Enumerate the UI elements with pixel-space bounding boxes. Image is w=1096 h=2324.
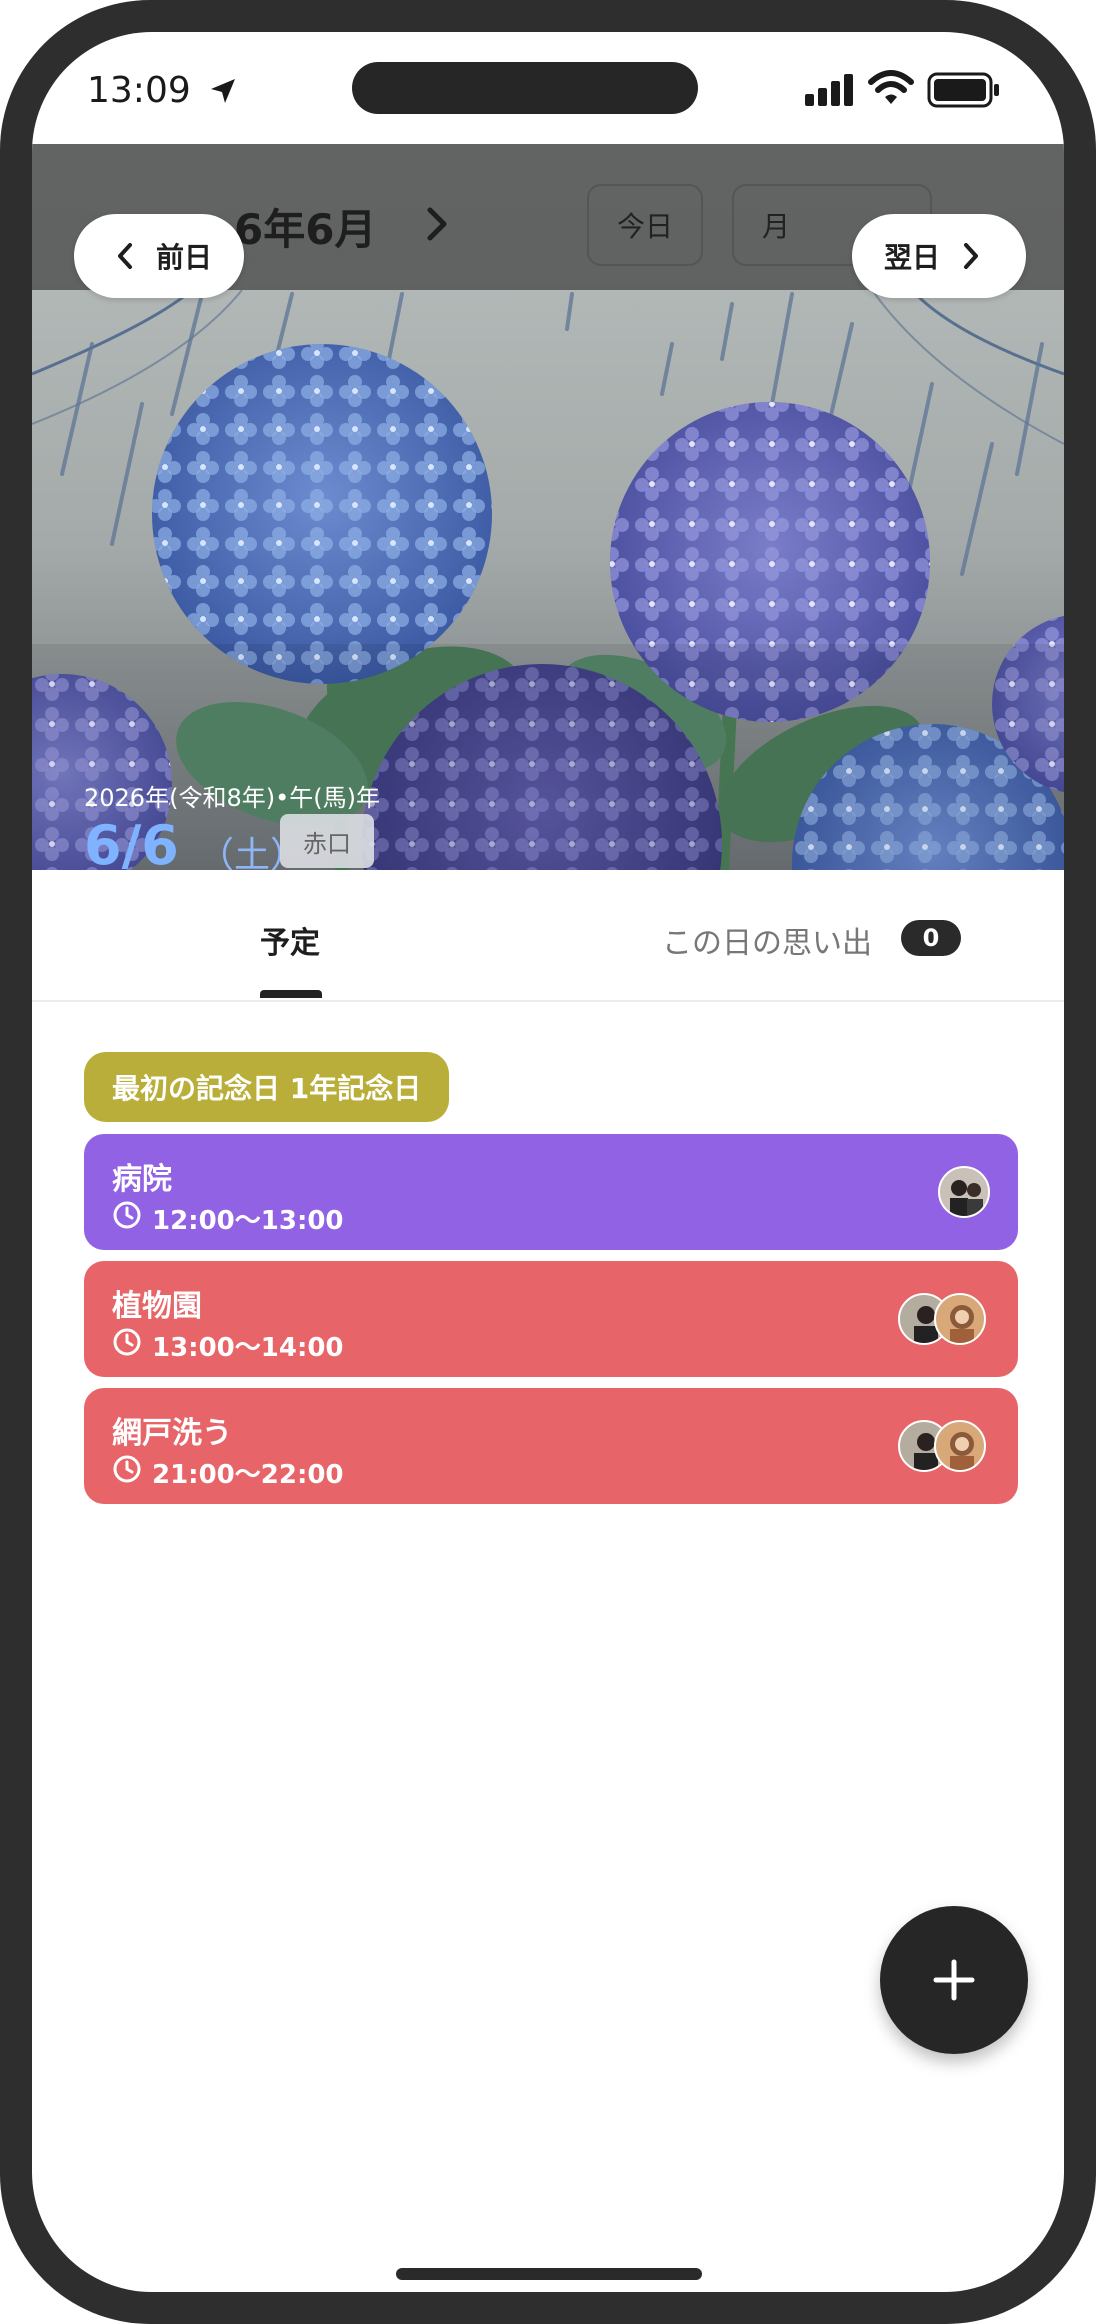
chevron-left-icon — [118, 243, 132, 269]
battery-icon — [927, 72, 999, 108]
event-time: 12:00〜13:00 — [152, 1206, 344, 1236]
clock-icon — [113, 1328, 141, 1356]
event-title: 植物園 — [112, 1289, 202, 1324]
tab-memories[interactable]: この日の思い出 — [662, 918, 872, 962]
event-time: 21:00〜22:00 — [152, 1460, 344, 1490]
previous-day-label: 前日 — [156, 241, 213, 274]
event-card[interactable]: 植物園 13:00〜14:00 — [84, 1261, 1018, 1377]
add-event-button[interactable] — [880, 1906, 1028, 2054]
avatar — [938, 1166, 990, 1218]
tab-schedule[interactable]: 予定 — [260, 918, 320, 962]
status-bar: 13:09 — [32, 32, 1064, 144]
signal-icon — [805, 74, 853, 106]
avatar — [934, 1293, 986, 1345]
event-time: 13:00〜14:00 — [152, 1333, 344, 1363]
event-title: 病院 — [112, 1162, 172, 1197]
status-time: 13:09 — [87, 70, 191, 111]
tab-bar: 予定 この日の思い出 0 — [32, 870, 1064, 1002]
selected-date: 6/6 — [84, 814, 179, 870]
home-indicator[interactable] — [396, 2268, 702, 2280]
memories-count-badge: 0 — [901, 920, 961, 956]
event-card[interactable]: 病院 12:00〜13:00 — [84, 1134, 1018, 1250]
plus-icon — [933, 1959, 975, 2001]
tab-active-indicator — [260, 990, 322, 998]
previous-day-button[interactable]: 前日 — [74, 214, 244, 298]
event-title: 網戸洗う — [112, 1416, 232, 1451]
chevron-right-icon[interactable] — [422, 204, 452, 244]
avatar — [934, 1420, 986, 1472]
clock-icon — [113, 1455, 141, 1483]
anniversary-chip[interactable]: 最初の記念日 1年記念日 — [84, 1052, 450, 1122]
dynamic-island — [352, 62, 698, 114]
era-text: 2026年(令和8年)•午(馬)年 — [84, 784, 380, 812]
clock-icon — [113, 1201, 141, 1229]
next-day-label: 翌日 — [884, 241, 941, 274]
wifi-icon — [868, 70, 914, 104]
next-day-button[interactable]: 翌日 — [852, 214, 1026, 298]
today-button[interactable]: 今日 — [587, 184, 703, 266]
location-arrow-icon — [211, 79, 235, 103]
month-title: 6年6月 — [234, 205, 377, 254]
day-header: 6年6月 今日 月 前日 翌日 2026年(令和8年)•午(馬)年 6/6 （土… — [32, 144, 1064, 870]
rokuyo-badge: 赤口 — [280, 814, 374, 868]
screen: 13:09 6年6月 今日 月 前日 翌日 2026年(令和8年)•午(馬)年 … — [32, 32, 1064, 2292]
event-card[interactable]: 網戸洗う 21:00〜22:00 — [84, 1388, 1018, 1504]
chevron-right-icon — [964, 243, 979, 269]
